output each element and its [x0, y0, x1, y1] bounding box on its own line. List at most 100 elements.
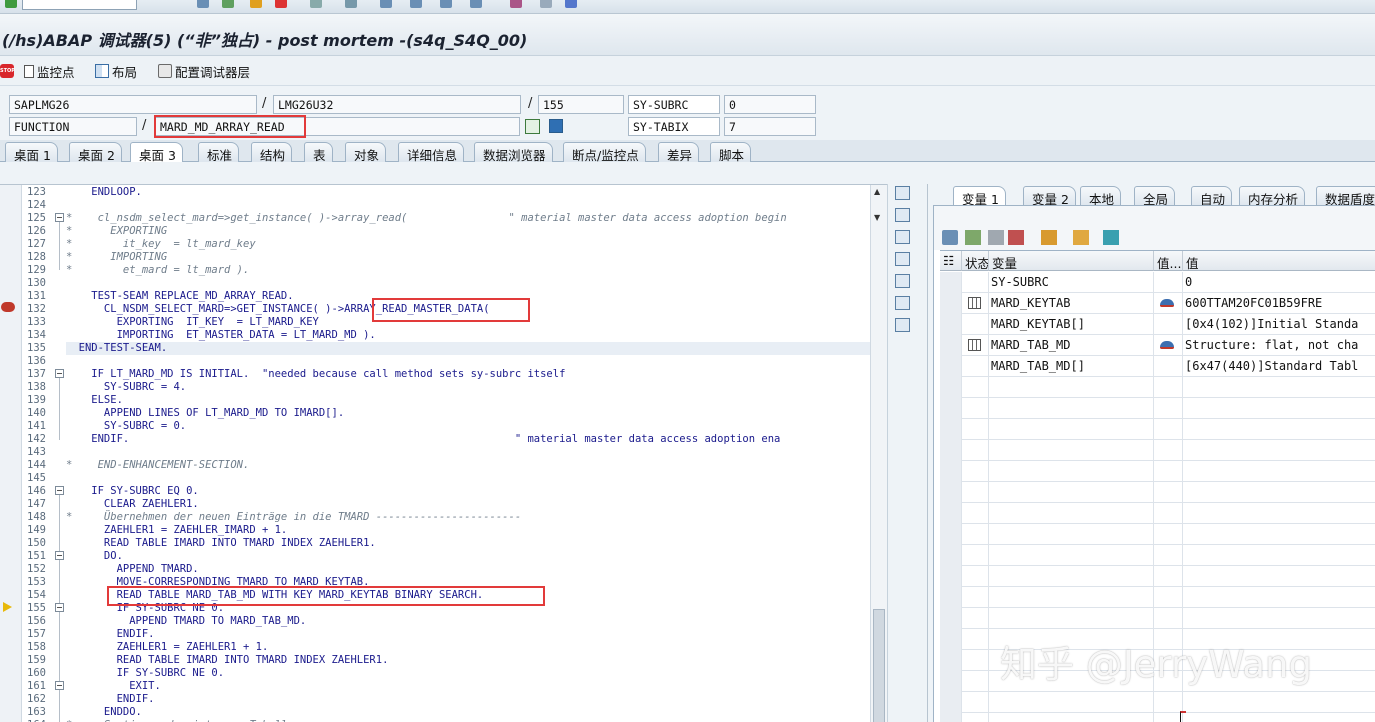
row-selector[interactable] — [940, 398, 962, 419]
filter-icon[interactable] — [1103, 230, 1119, 245]
code-line[interactable]: READ TABLE IMARD INTO TMARD INDEX ZAEHLE… — [66, 654, 389, 667]
tab-variables-1[interactable]: 变量 1 — [953, 186, 1006, 207]
fold-toggle-icon[interactable] — [55, 681, 64, 690]
tab-locals[interactable]: 本地 — [1080, 186, 1122, 207]
fold-toggle-icon[interactable] — [55, 369, 64, 378]
code-line[interactable]: APPEND TMARD. — [66, 563, 199, 576]
row-selector[interactable] — [940, 440, 962, 461]
code-scrollbar[interactable]: ▲ ▼ — [870, 185, 887, 722]
table-icon[interactable] — [968, 339, 981, 351]
row-selector[interactable] — [940, 272, 962, 293]
code-line[interactable]: * cl_nsdm_select_mard=>get_instance( )->… — [66, 212, 787, 225]
code-line[interactable]: TEST-SEAM REPLACE_MD_ARRAY_READ. — [66, 290, 293, 303]
maximize-tool-icon[interactable] — [895, 252, 910, 266]
variable-column-header[interactable]: 变量 — [989, 251, 1154, 271]
table-row[interactable] — [940, 377, 1375, 398]
table-row[interactable] — [940, 587, 1375, 608]
find-icon[interactable] — [345, 0, 357, 8]
row-selector[interactable] — [940, 377, 962, 398]
row-selector[interactable] — [940, 608, 962, 629]
close-tool-icon[interactable] — [895, 186, 910, 200]
scrollbar-thumb[interactable] — [873, 609, 885, 722]
row-selector[interactable] — [940, 629, 962, 650]
source-code-viewer[interactable]: 123 124 125 126 127 128 129 130 131 132 133 134 135 1… — [0, 184, 887, 722]
tab-data-depth[interactable]: 数据盾度 — [1316, 186, 1375, 207]
row-selector[interactable] — [940, 314, 962, 335]
table-row[interactable] — [940, 545, 1375, 566]
import-icon[interactable] — [965, 230, 981, 245]
tab-desktop-3[interactable]: 桌面 3 — [130, 142, 183, 163]
settings-tool-icon[interactable] — [895, 318, 910, 332]
tab-desktop-2[interactable]: 桌面 2 — [69, 142, 122, 163]
breakpoint-gutter[interactable] — [0, 185, 22, 722]
last-page-icon[interactable] — [470, 0, 482, 8]
code-line[interactable]: CLEAR ZAEHLER1. — [66, 498, 199, 511]
watchpoint-button[interactable]: 监控点 — [24, 62, 75, 80]
code-line[interactable]: END-TEST-SEAM. — [66, 342, 870, 355]
subrc-value[interactable]: 0 — [724, 95, 816, 114]
transfer-icon[interactable] — [1073, 230, 1089, 245]
tab-variables-2[interactable]: 变量 2 — [1023, 186, 1076, 207]
table-row[interactable] — [940, 398, 1375, 419]
event-type-field[interactable]: FUNCTION — [9, 117, 137, 136]
table-row[interactable] — [940, 482, 1375, 503]
tab-breakpoints[interactable]: 断点/监控点 — [563, 142, 646, 163]
code-line[interactable]: * END-ENHANCEMENT-SECTION. — [66, 459, 249, 472]
code-line[interactable]: ENDIF. " material master data access ado… — [66, 433, 780, 446]
swap-tool-icon[interactable] — [895, 274, 910, 288]
tab-globals[interactable]: 全局 — [1134, 186, 1176, 207]
code-line[interactable]: ENDLOOP. — [66, 186, 142, 199]
code-line[interactable]: * Übernehmen der neuen Einträge in die T… — [66, 511, 521, 524]
code-line[interactable]: * IMPORTING — [66, 251, 167, 264]
edit-icon[interactable] — [988, 230, 1004, 245]
tab-script[interactable]: 脚本 — [710, 142, 752, 163]
line-field[interactable]: 155 — [538, 95, 624, 114]
row-selector[interactable] — [940, 419, 962, 440]
cancel-icon[interactable] — [275, 0, 287, 8]
table-row[interactable] — [940, 461, 1375, 482]
hat-icon[interactable] — [1160, 341, 1174, 349]
row-selector[interactable] — [940, 692, 962, 713]
table-row[interactable]: MARD_TAB_MD Structure: flat, not cha — [940, 335, 1375, 356]
exit-icon[interactable] — [250, 0, 262, 8]
fold-toggle-icon[interactable] — [55, 213, 64, 222]
tab-structure[interactable]: 结构 — [251, 142, 293, 163]
next-page-icon[interactable] — [440, 0, 452, 8]
code-line[interactable]: ENDIF. — [66, 628, 155, 641]
fold-toggle-icon[interactable] — [55, 486, 64, 495]
tab-auto[interactable]: 自动 — [1191, 186, 1233, 207]
new-tool-icon[interactable] — [895, 208, 910, 222]
code-line[interactable]: SY-SUBRC = 4. — [66, 381, 186, 394]
row-selector[interactable] — [940, 524, 962, 545]
code-line[interactable]: ENDIF. — [66, 693, 155, 706]
table-row[interactable] — [940, 608, 1375, 629]
hat-icon[interactable] — [1160, 299, 1174, 307]
code-line[interactable]: SY-SUBRC = 0. — [66, 420, 186, 433]
code-line[interactable]: EXIT. — [66, 680, 161, 693]
row-selector[interactable] — [940, 293, 962, 314]
row-selector[interactable] — [940, 671, 962, 692]
scroll-up-icon[interactable]: ▲ — [874, 187, 880, 196]
row-selector[interactable] — [940, 482, 962, 503]
back-icon[interactable] — [222, 0, 234, 8]
row-selector[interactable] — [940, 545, 962, 566]
table-row[interactable]: MARD_TAB_MD[] [6x47(440)]Standard Tabl — [940, 356, 1375, 377]
code-line[interactable]: DO. — [66, 550, 123, 563]
replace-tool-icon[interactable] — [895, 230, 910, 244]
help-icon[interactable] — [565, 0, 577, 8]
table-icon[interactable] — [968, 297, 981, 309]
code-line[interactable]: ZAEHLER1 = ZAEHLER_IMARD + 1. — [66, 524, 287, 537]
table-row[interactable] — [940, 713, 1375, 722]
enter-icon[interactable] — [5, 0, 17, 8]
tab-desktop-1[interactable]: 桌面 1 — [5, 142, 58, 163]
info-icon[interactable] — [549, 119, 563, 133]
code-line[interactable]: IF SY-SUBRC NE 0. — [66, 667, 224, 680]
code-line[interactable]: EXPORTING IT_KEY = LT_MARD_KEY — [66, 316, 319, 329]
command-field[interactable] — [22, 0, 137, 10]
code-line[interactable]: IF SY-SUBRC EQ 0. — [66, 485, 198, 498]
print-icon[interactable] — [310, 0, 322, 8]
code-line[interactable]: IMPORTING ET_MASTER_DATA = LT_MARD_MD ). — [66, 329, 376, 342]
tab-table[interactable]: 表 — [304, 142, 333, 163]
code-line[interactable]: APPEND TMARD TO MARD_TAB_MD. — [66, 615, 306, 628]
row-selector[interactable] — [940, 461, 962, 482]
